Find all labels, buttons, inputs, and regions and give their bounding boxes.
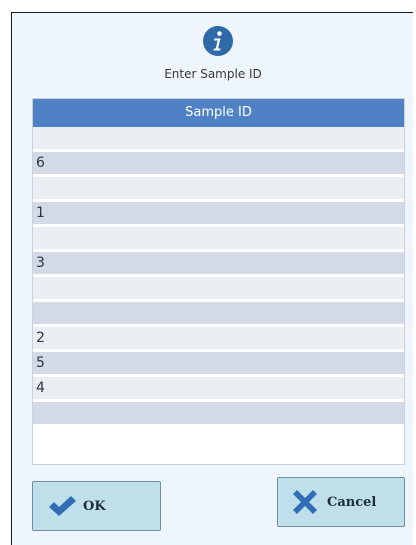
table-row[interactable]: 3 <box>33 252 404 274</box>
dialog-title: Enter Sample ID <box>164 67 262 81</box>
table-row[interactable] <box>33 302 404 324</box>
cancel-button[interactable]: Cancel <box>277 477 405 527</box>
table-row[interactable]: 5 <box>33 352 404 374</box>
table-row[interactable] <box>33 177 404 199</box>
table-row[interactable]: 2 <box>33 327 404 349</box>
sample-id-table: Sample ID 6 1 3 2 5 4 <box>32 98 405 465</box>
table-row[interactable] <box>33 127 404 149</box>
table-row[interactable] <box>33 277 404 299</box>
ok-button-label: OK <box>83 498 106 514</box>
sample-id-dialog: Enter Sample ID Sample ID 6 1 3 2 5 4 OK… <box>11 12 413 545</box>
table-row[interactable] <box>33 402 404 424</box>
cancel-button-label: Cancel <box>327 494 377 510</box>
table-row[interactable]: 1 <box>33 202 404 224</box>
table-row[interactable]: 6 <box>33 152 404 174</box>
column-header-sample-id[interactable]: Sample ID <box>33 99 404 127</box>
x-icon <box>293 490 317 514</box>
checkmark-icon <box>49 496 76 516</box>
table-row[interactable] <box>33 227 404 249</box>
ok-button[interactable]: OK <box>32 481 161 531</box>
table-rows: 6 1 3 2 5 4 <box>33 127 404 424</box>
table-row[interactable]: 4 <box>33 377 404 399</box>
info-icon <box>203 26 233 56</box>
